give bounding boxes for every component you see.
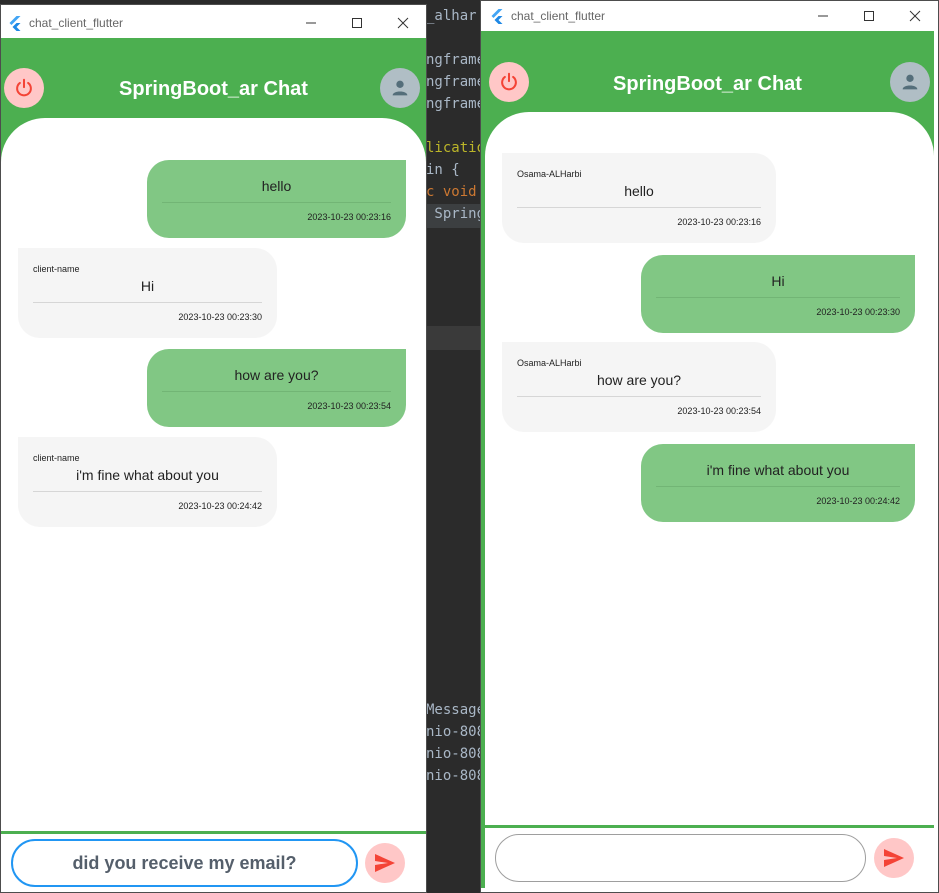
- minimize-icon: [818, 15, 828, 17]
- app-body: SpringBoot_ar Chat hello 2023-10-23 00:2…: [1, 38, 426, 892]
- message-bubble-received: Osama-ALHarbi hello 2023-10-23 00:23:16: [502, 153, 776, 243]
- message-bubble-received: client-name i'm fine what about you 2023…: [18, 437, 277, 527]
- close-button[interactable]: [892, 1, 938, 31]
- message-time: 2023-10-23 00:23:30: [178, 312, 262, 322]
- app-title: SpringBoot_ar Chat: [613, 73, 802, 95]
- flutter-logo-icon: [9, 16, 21, 31]
- code-line: Spring: [426, 206, 486, 222]
- close-icon: [909, 10, 921, 22]
- message-time: 2023-10-23 00:24:42: [178, 501, 262, 511]
- send-button[interactable]: [365, 843, 405, 883]
- message-text: i'm fine what about you: [76, 467, 219, 483]
- person-icon: [392, 80, 408, 96]
- maximize-button[interactable]: [846, 1, 892, 31]
- app-bar: SpringBoot_ar Chat: [1, 38, 426, 118]
- message-list[interactable]: hello 2023-10-23 00:23:16 client-name Hi…: [1, 118, 426, 834]
- profile-button[interactable]: [380, 68, 420, 108]
- send-icon: [884, 849, 904, 867]
- window-title: chat_client_flutter: [511, 9, 606, 23]
- message-text: hello: [261, 178, 292, 194]
- maximize-icon: [352, 18, 362, 28]
- message-sender: Osama-ALHarbi: [517, 169, 582, 179]
- title-bar[interactable]: chat_client_flutter: [481, 1, 938, 31]
- window-title: chat_client_flutter: [29, 16, 124, 30]
- maximize-button[interactable]: [334, 5, 380, 41]
- app-body: SpringBoot_ar Chat Osama-ALHarbi hello 2…: [481, 31, 934, 888]
- message-time: 2023-10-23 00:23:54: [677, 406, 761, 416]
- minimize-button[interactable]: [288, 5, 334, 41]
- message-input-value: did you receive my email?: [72, 852, 297, 873]
- message-text: i'm fine what about you: [706, 462, 850, 478]
- message-time: 2023-10-23 00:23:16: [307, 212, 391, 222]
- send-icon: [375, 854, 395, 872]
- message-list[interactable]: Osama-ALHarbi hello 2023-10-23 00:23:16 …: [485, 112, 934, 828]
- close-button[interactable]: [380, 5, 426, 41]
- message-text: Hi: [771, 273, 785, 289]
- message-input[interactable]: did you receive my email?: [11, 839, 358, 887]
- message-bubble-received: client-name Hi 2023-10-23 00:23:30: [18, 248, 277, 338]
- message-text: hello: [624, 183, 654, 199]
- message-bubble-sent: how are you? 2023-10-23 00:23:54: [147, 349, 406, 427]
- code-line: ngframe: [426, 52, 486, 68]
- message-text: how are you?: [596, 372, 682, 388]
- console-line: nio-808: [426, 746, 486, 762]
- message-time: 2023-10-23 00:24:42: [816, 496, 900, 506]
- code-line: in {: [426, 162, 460, 178]
- flutter-logo-icon: [491, 9, 503, 24]
- console-line: Message: [426, 702, 486, 718]
- app-bar: SpringBoot_ar Chat: [481, 31, 934, 111]
- input-bar: [485, 825, 934, 888]
- maximize-icon: [864, 11, 874, 21]
- app-title: SpringBoot_ar Chat: [119, 78, 308, 100]
- message-sender: client-name: [33, 453, 80, 463]
- message-time: 2023-10-23 00:23:30: [816, 307, 900, 317]
- minimize-button[interactable]: [800, 1, 846, 31]
- code-line: c void: [426, 184, 477, 200]
- minimize-icon: [306, 22, 316, 24]
- message-text: Hi: [140, 278, 155, 294]
- message-bubble-sent: hello 2023-10-23 00:23:16: [147, 160, 406, 238]
- chat-window-right: chat_client_flutter SpringBoot_ar Chat O…: [480, 0, 939, 893]
- message-sender: client-name: [33, 264, 80, 274]
- person-icon: [902, 74, 918, 90]
- message-time: 2023-10-23 00:23:16: [677, 217, 761, 227]
- message-time: 2023-10-23 00:23:54: [307, 401, 391, 411]
- close-icon: [397, 17, 409, 29]
- message-sender: Osama-ALHarbi: [517, 358, 582, 368]
- message-input[interactable]: [495, 834, 866, 882]
- send-button[interactable]: [874, 838, 914, 878]
- code-line: ngframe: [426, 74, 486, 90]
- input-bar: did you receive my email?: [1, 831, 426, 892]
- code-line: _alhar: [426, 8, 477, 24]
- message-bubble-sent: i'm fine what about you 2023-10-23 00:24…: [641, 444, 915, 522]
- title-bar[interactable]: chat_client_flutter: [1, 5, 426, 41]
- message-bubble-received: Osama-ALHarbi how are you? 2023-10-23 00…: [502, 342, 776, 432]
- message-text: how are you?: [234, 367, 319, 383]
- console-line: nio-808: [426, 768, 486, 784]
- console-line: nio-808: [426, 724, 486, 740]
- message-bubble-sent: Hi 2023-10-23 00:23:30: [641, 255, 915, 333]
- profile-button[interactable]: [890, 62, 930, 102]
- code-line: ngframe: [426, 96, 486, 112]
- chat-window-left: chat_client_flutter SpringBoot_ar Chat h…: [0, 4, 427, 893]
